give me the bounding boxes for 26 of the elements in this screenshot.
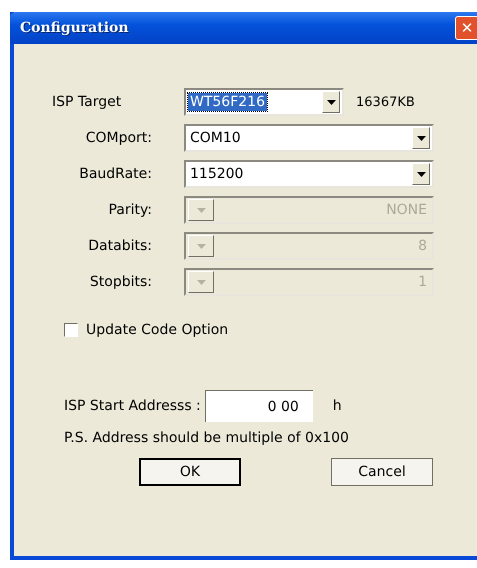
field-label: COMport:: [84, 130, 152, 146]
field-label: BaudRate:: [78, 166, 152, 182]
dropdown[interactable]: 115200: [184, 160, 434, 188]
dialog-button[interactable]: Cancel: [331, 458, 433, 486]
unit-label: h: [332, 398, 342, 414]
dropdown-value: NONE: [385, 201, 428, 219]
dropdown-value: 115200: [189, 165, 244, 183]
dropdown-value: 1: [417, 273, 428, 291]
field-label: Databits:: [87, 238, 152, 254]
field-label: ISP Start Addresss :: [64, 398, 201, 414]
dropdown-value: COM10: [189, 129, 242, 147]
window-title: Configuration: [20, 20, 129, 36]
field-label: Parity:: [107, 202, 152, 218]
target-dropdown[interactable]: WT56F216: [184, 88, 344, 116]
note-text: P.S. Address should be multiple of 0x100: [64, 430, 350, 446]
dropdown[interactable]: COM10: [184, 124, 434, 152]
field-label: Stopbits:: [88, 274, 152, 290]
dropdown-value: WT56F216: [188, 93, 267, 111]
close-button[interactable]: ✕: [455, 16, 477, 40]
checkbox[interactable]: [64, 323, 78, 337]
field-label: ISP Target: [51, 94, 122, 110]
dialog-button[interactable]: OK: [139, 458, 241, 486]
checkbox-label: Update Code Option: [86, 322, 228, 338]
memory-size: 16367KB: [356, 94, 415, 110]
dropdown-value: 8: [417, 237, 428, 255]
address-field[interactable]: 0 00: [204, 390, 313, 422]
